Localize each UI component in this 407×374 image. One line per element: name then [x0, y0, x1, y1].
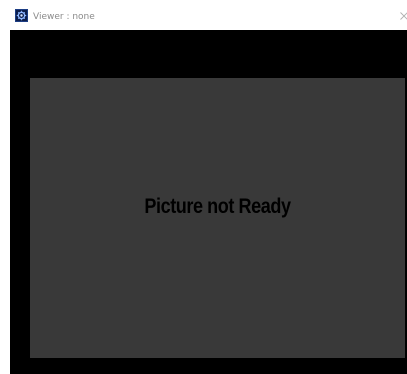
picture-not-ready-message: Picture not Ready [144, 195, 291, 218]
window-title: Viewer : none [33, 12, 95, 22]
close-icon[interactable] [399, 10, 407, 22]
viewer-window: Viewer : none Picture not Ready [0, 0, 407, 374]
picture-placeholder: Picture not Ready [30, 78, 405, 358]
title-bar[interactable]: Viewer : none [0, 0, 407, 30]
viewer-canvas[interactable]: Picture not Ready [10, 30, 407, 374]
gear-icon [15, 9, 28, 22]
